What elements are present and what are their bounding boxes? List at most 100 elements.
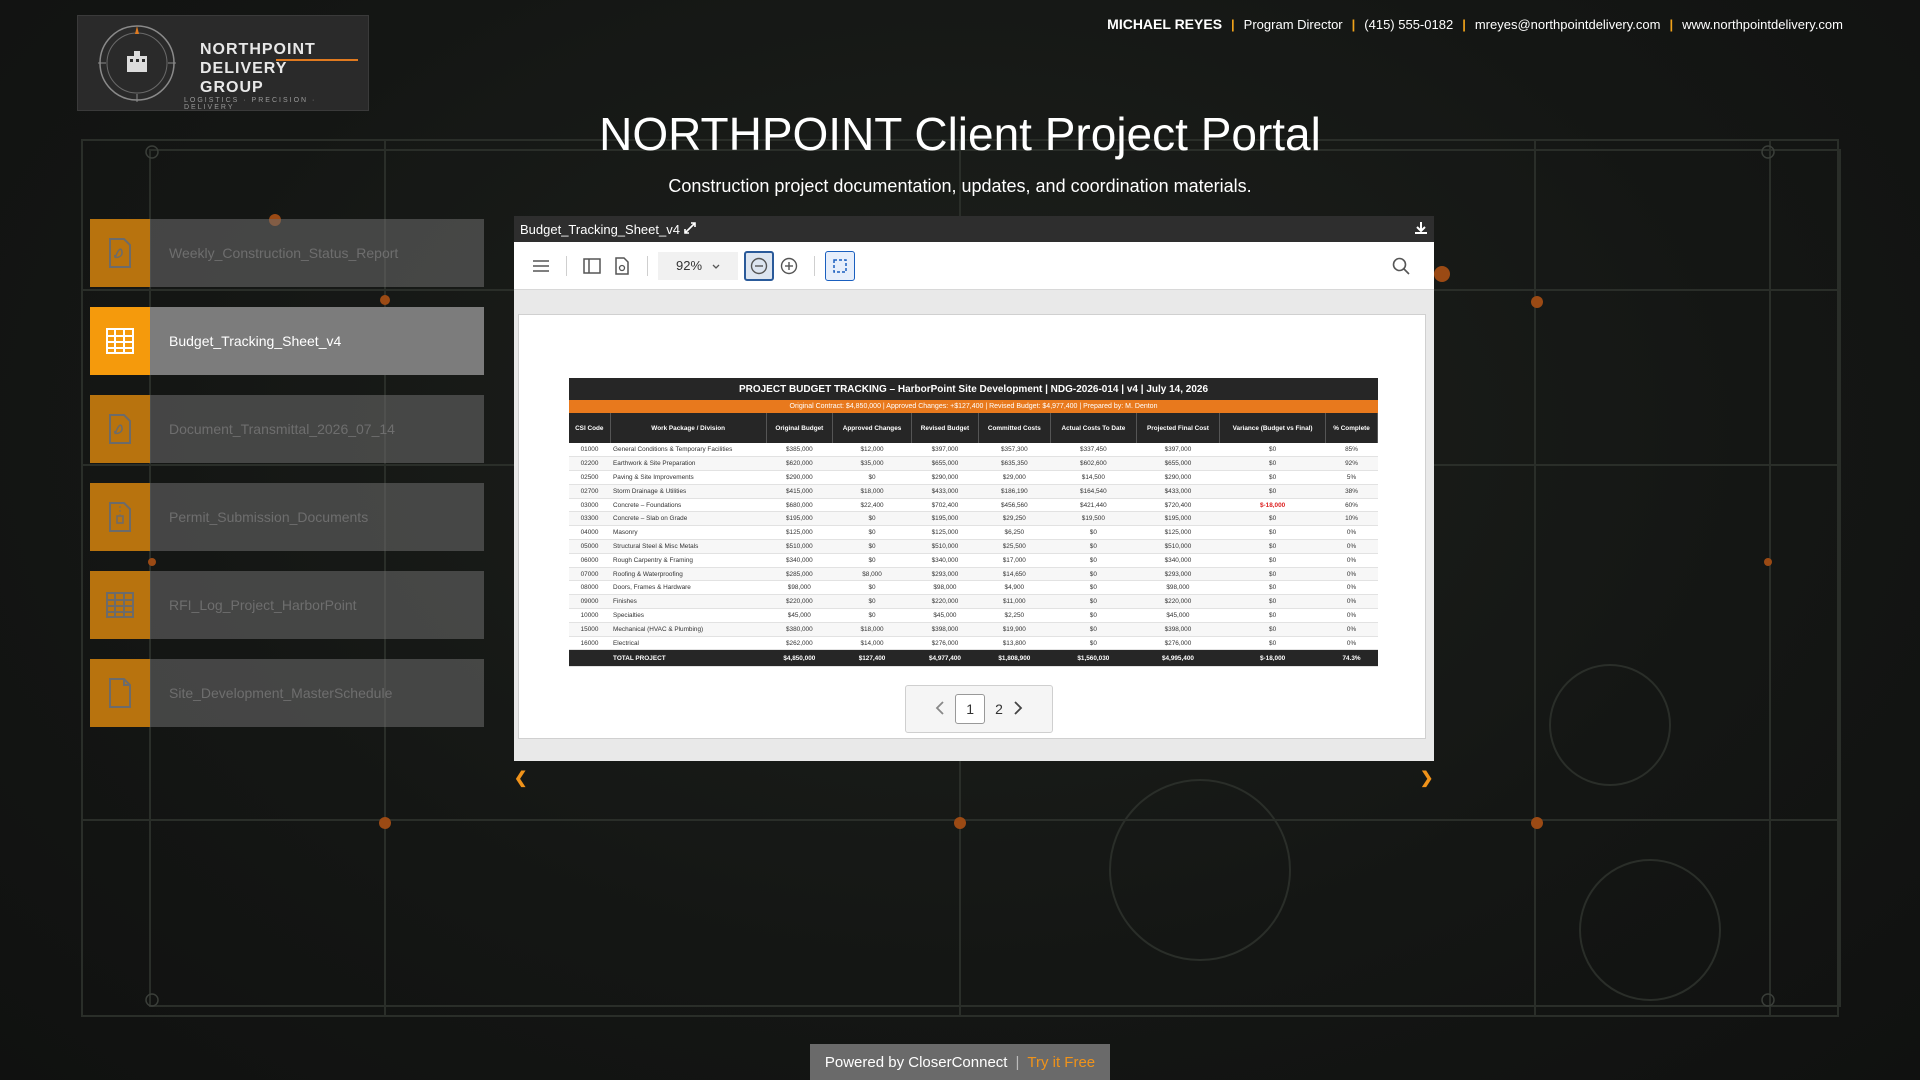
table-row: 08000 Doors, Frames & Hardware $98,000 $0 $9… [569, 580, 1378, 596]
doc-item-transmittal[interactable]: Document_Transmittal_2026_07_14 [90, 395, 484, 463]
table-cell: 03000 [569, 498, 611, 513]
table-cell: Masonry [610, 525, 767, 541]
contact-email[interactable]: mreyes@northpointdelivery.com [1475, 17, 1661, 32]
table-cell: $17,000 [978, 553, 1051, 568]
table-cell: 06000 [569, 553, 611, 568]
document-list: Weekly_Construction_Status_Report Budget… [90, 219, 484, 747]
chevron-left-icon[interactable] [935, 700, 945, 718]
table-cell: 0% [1325, 608, 1378, 623]
table-cell: $720,400 [1136, 498, 1220, 513]
table-cell: $4,900 [978, 580, 1051, 596]
table-cell: 60% [1325, 498, 1378, 513]
total-cell: $-18,000 [1219, 649, 1326, 668]
prev-document-icon[interactable]: ❮ [514, 768, 527, 788]
column-header: Variance (Budget vs Final) [1219, 413, 1327, 443]
try-free-link[interactable]: Try it Free [1027, 1054, 1095, 1071]
table-cell: $220,000 [766, 594, 833, 610]
table-cell: $602,600 [1050, 456, 1137, 472]
table-cell: $164,540 [1050, 484, 1137, 499]
table-cell: $29,250 [978, 511, 1051, 527]
zoom-in-button[interactable] [774, 251, 804, 281]
table-row: 06000 Rough Carpentry & Framing $340,000 $0… [569, 553, 1378, 568]
download-icon[interactable] [1414, 221, 1428, 238]
page-button[interactable]: 2 [995, 701, 1003, 717]
table-cell: 03300 [569, 511, 611, 527]
contact-phone[interactable]: (415) 555-0182 [1364, 17, 1453, 32]
doc-item-budget-tracking[interactable]: Budget_Tracking_Sheet_v4 [90, 307, 484, 375]
menu-icon[interactable] [526, 251, 556, 281]
table-cell: 0% [1325, 594, 1378, 610]
doc-item-master-schedule[interactable]: Site_Development_MasterSchedule [90, 659, 484, 727]
separator: | [1231, 16, 1235, 32]
table-row: 02700 Storm Drainage & Utilities $415,000 $… [569, 484, 1378, 499]
next-document-icon[interactable]: ❯ [1420, 768, 1433, 788]
table-cell: 02700 [569, 484, 611, 499]
viewer-header: Budget_Tracking_Sheet_v4 [514, 216, 1434, 242]
table-cell: $6,250 [978, 525, 1051, 541]
zip-icon [90, 483, 150, 551]
table-cell: $340,000 [1136, 553, 1220, 568]
total-cell: $4,977,400 [911, 649, 979, 668]
separator: | [1015, 1053, 1020, 1071]
table-cell: $0 [1219, 567, 1326, 582]
table-cell: 02200 [569, 456, 611, 472]
doc-label: Weekly_Construction_Status_Report [169, 245, 399, 261]
table-cell: $0 [1050, 608, 1137, 623]
table-cell: $340,000 [766, 553, 833, 568]
table-cell: $0 [832, 594, 912, 610]
contact-website[interactable]: www.northpointdelivery.com [1682, 17, 1843, 32]
table-cell: $0 [832, 539, 912, 554]
search-icon[interactable] [1386, 251, 1416, 281]
spreadsheet-icon [90, 571, 150, 639]
chevron-down-icon [712, 258, 720, 273]
expand-icon[interactable] [684, 221, 696, 237]
page-title: NORTHPOINT Client Project Portal [599, 108, 1321, 160]
table-cell: $0 [832, 511, 912, 527]
sidebar-toggle-icon[interactable] [577, 251, 607, 281]
toolbar-divider [814, 255, 815, 276]
table-cell: $195,000 [1136, 511, 1220, 527]
table-cell: $290,000 [766, 470, 833, 485]
table-row: 05000 Structural Steel & Misc Metals $510,… [569, 539, 1378, 554]
company-logo: NORTHPOINT DELIVERY GROUP LOGISTICS · PR… [77, 15, 369, 111]
contact-bar: MICHAEL REYES | Program Director | (415)… [1107, 16, 1843, 32]
zoom-select[interactable]: 92% [658, 251, 738, 280]
brand-name: NORTHPOINT DELIVERY GROUP [200, 40, 316, 97]
table-cell: $98,000 [766, 580, 833, 596]
table-cell: 0% [1325, 539, 1378, 554]
table-cell: Concrete – Foundations [610, 498, 767, 513]
table-cell: $2,250 [978, 608, 1051, 623]
table-cell: 0% [1325, 622, 1378, 637]
doc-item-permit[interactable]: Permit_Submission_Documents [90, 483, 484, 551]
doc-item-weekly-status[interactable]: Weekly_Construction_Status_Report [90, 219, 484, 287]
table-cell: $14,500 [1050, 470, 1137, 485]
table-cell: Doors, Frames & Hardware [610, 580, 767, 596]
table-cell: $293,000 [1136, 567, 1220, 582]
selection-icon [833, 258, 847, 273]
doc-item-rfi-log[interactable]: RFI_Log_Project_HarborPoint [90, 571, 484, 639]
select-area-button[interactable] [825, 250, 855, 281]
column-header: Projected Final Cost [1136, 413, 1221, 443]
table-cell: $398,000 [1136, 622, 1220, 637]
chevron-right-icon[interactable] [1013, 700, 1023, 718]
table-cell: $285,000 [766, 567, 833, 582]
page-button-current[interactable]: 1 [955, 694, 986, 724]
zoom-out-button[interactable] [744, 250, 774, 281]
table-cell: Structural Steel & Misc Metals [610, 539, 767, 554]
table-cell: $385,000 [766, 443, 833, 458]
table-cell: $0 [832, 608, 912, 623]
page-view-icon[interactable] [607, 251, 637, 281]
doc-label: RFI_Log_Project_HarborPoint [169, 597, 357, 613]
table-cell: $262,000 [766, 636, 833, 651]
table-cell: $45,000 [766, 608, 833, 623]
table-cell: $0 [1219, 608, 1326, 623]
brand-underline [276, 59, 358, 61]
table-cell: $357,300 [978, 443, 1051, 458]
contact-name: MICHAEL REYES [1107, 16, 1223, 32]
table-cell: Finishes [610, 594, 767, 610]
table-cell: $421,440 [1050, 498, 1137, 513]
table-cell: $0 [1219, 443, 1326, 458]
compass-logo-icon [98, 25, 176, 102]
doc-label: Budget_Tracking_Sheet_v4 [169, 333, 342, 349]
brand-line-1: NORTHPOINT [200, 41, 316, 58]
